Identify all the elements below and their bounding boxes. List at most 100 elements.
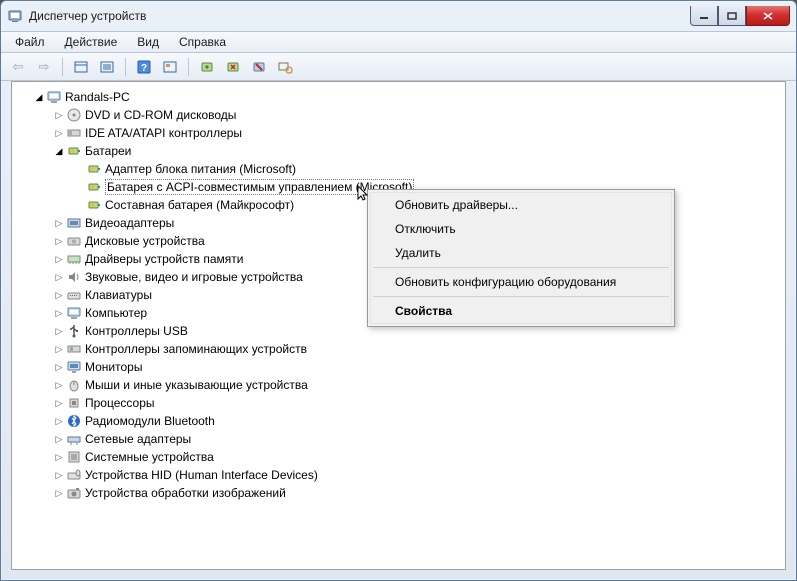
scan-icon[interactable] bbox=[159, 56, 181, 78]
menu-view[interactable]: Вид bbox=[127, 33, 169, 51]
toolbar-separator bbox=[188, 58, 189, 76]
tree-node[interactable]: ▷ Радиомодули Bluetooth bbox=[16, 412, 785, 430]
expander-icon[interactable]: ◢ bbox=[52, 146, 66, 157]
back-button[interactable]: ⇦ bbox=[7, 56, 29, 78]
help-icon[interactable]: ? bbox=[133, 56, 155, 78]
scan-hardware-icon[interactable] bbox=[274, 56, 296, 78]
show-hide-tree-icon[interactable] bbox=[70, 56, 92, 78]
ctx-separator bbox=[373, 267, 669, 268]
tree-node[interactable]: ▷ Процессоры bbox=[16, 394, 785, 412]
tree-root[interactable]: ◢ Randals-PC bbox=[16, 88, 785, 106]
expander-icon[interactable]: ◢ bbox=[32, 92, 46, 103]
node-label: Контроллеры USB bbox=[85, 324, 188, 338]
tree-node[interactable]: ▷ Мониторы bbox=[16, 358, 785, 376]
system-device-icon bbox=[66, 449, 82, 465]
battery-icon bbox=[86, 197, 102, 213]
expander-icon[interactable]: ▷ bbox=[52, 344, 66, 355]
node-label: Составная батарея (Майкрософт) bbox=[105, 198, 294, 212]
node-label: Радиомодули Bluetooth bbox=[85, 414, 215, 428]
network-icon bbox=[66, 431, 82, 447]
imaging-icon bbox=[66, 485, 82, 501]
tree-node[interactable]: ▷ Устройства HID (Human Interface Device… bbox=[16, 466, 785, 484]
toolbar-separator bbox=[62, 58, 63, 76]
battery-icon bbox=[66, 143, 82, 159]
menu-bar: Файл Действие Вид Справка bbox=[1, 31, 796, 53]
node-label: Контроллеры запоминающих устройств bbox=[85, 342, 307, 356]
menu-help[interactable]: Справка bbox=[169, 33, 236, 51]
battery-icon bbox=[86, 179, 102, 195]
dvd-icon bbox=[66, 107, 82, 123]
tree-node-batteries[interactable]: ◢ Батареи bbox=[16, 142, 785, 160]
expander-icon[interactable]: ▷ bbox=[52, 362, 66, 373]
node-label: Мониторы bbox=[85, 360, 142, 374]
node-label: Системные устройства bbox=[85, 450, 214, 464]
close-button[interactable] bbox=[746, 6, 790, 26]
ctx-disable[interactable]: Отключить bbox=[371, 217, 671, 241]
monitor-icon bbox=[66, 359, 82, 375]
node-label: Мыши и иные указывающие устройства bbox=[85, 378, 308, 392]
ctx-separator bbox=[373, 296, 669, 297]
forward-button[interactable]: ⇨ bbox=[33, 56, 55, 78]
bluetooth-icon bbox=[66, 413, 82, 429]
expander-icon[interactable]: ▷ bbox=[52, 272, 66, 283]
node-label: DVD и CD-ROM дисководы bbox=[85, 108, 236, 122]
expander-icon[interactable]: ▷ bbox=[52, 254, 66, 265]
title-bar[interactable]: Диспетчер устройств bbox=[1, 1, 796, 31]
expander-icon[interactable]: ▷ bbox=[52, 326, 66, 337]
cpu-icon bbox=[66, 395, 82, 411]
expander-icon[interactable]: ▷ bbox=[52, 416, 66, 427]
ctx-remove[interactable]: Удалить bbox=[371, 241, 671, 265]
node-label: Драйверы устройств памяти bbox=[85, 252, 243, 266]
uninstall-icon[interactable] bbox=[222, 56, 244, 78]
tree-node[interactable]: ▷ DVD и CD-ROM дисководы bbox=[16, 106, 785, 124]
maximize-button[interactable] bbox=[718, 6, 746, 26]
tree-leaf[interactable]: Адаптер блока питания (Microsoft) bbox=[16, 160, 785, 178]
expander-icon[interactable]: ▷ bbox=[52, 128, 66, 139]
storage-controller-icon bbox=[66, 341, 82, 357]
node-label: IDE ATA/ATAPI контроллеры bbox=[85, 126, 242, 140]
properties-icon[interactable] bbox=[96, 56, 118, 78]
minimize-button[interactable] bbox=[690, 6, 718, 26]
expander-icon[interactable]: ▷ bbox=[52, 452, 66, 463]
hid-icon bbox=[66, 467, 82, 483]
expander-icon[interactable]: ▷ bbox=[52, 398, 66, 409]
tree-node[interactable]: ▷ Контроллеры запоминающих устройств bbox=[16, 340, 785, 358]
update-driver-icon[interactable] bbox=[196, 56, 218, 78]
menu-file[interactable]: Файл bbox=[5, 33, 55, 51]
menu-action[interactable]: Действие bbox=[55, 33, 128, 51]
expander-icon[interactable]: ▷ bbox=[52, 236, 66, 247]
ctx-properties[interactable]: Свойства bbox=[371, 299, 671, 323]
expander-icon[interactable]: ▷ bbox=[52, 434, 66, 445]
node-label: Устройства обработки изображений bbox=[85, 486, 286, 500]
node-label: Дисковые устройства bbox=[85, 234, 205, 248]
node-label: Батареи bbox=[85, 144, 131, 158]
mouse-icon bbox=[66, 377, 82, 393]
node-label: Видеоадаптеры bbox=[85, 216, 174, 230]
node-label: Процессоры bbox=[85, 396, 155, 410]
toolbar: ⇦ ⇨ ? bbox=[1, 53, 796, 81]
expander-icon[interactable]: ▷ bbox=[52, 110, 66, 121]
node-label: Сетевые адаптеры bbox=[85, 432, 191, 446]
keyboard-icon bbox=[66, 287, 82, 303]
tree-node[interactable]: ▷ IDE ATA/ATAPI контроллеры bbox=[16, 124, 785, 142]
node-label: Звуковые, видео и игровые устройства bbox=[85, 270, 303, 284]
expander-icon[interactable]: ▷ bbox=[52, 488, 66, 499]
ctx-update-driver[interactable]: Обновить драйверы... bbox=[371, 193, 671, 217]
expander-icon[interactable]: ▷ bbox=[52, 380, 66, 391]
ide-icon bbox=[66, 125, 82, 141]
expander-icon[interactable]: ▷ bbox=[52, 290, 66, 301]
display-adapter-icon bbox=[66, 215, 82, 231]
expander-icon[interactable]: ▷ bbox=[52, 218, 66, 229]
window-title: Диспетчер устройств bbox=[29, 9, 146, 23]
tree-node[interactable]: ▷ Мыши и иные указывающие устройства bbox=[16, 376, 785, 394]
memory-icon bbox=[66, 251, 82, 267]
expander-icon[interactable]: ▷ bbox=[52, 308, 66, 319]
tree-node[interactable]: ▷ Сетевые адаптеры bbox=[16, 430, 785, 448]
tree-node[interactable]: ▷ Устройства обработки изображений bbox=[16, 484, 785, 502]
battery-icon bbox=[86, 161, 102, 177]
tree-node[interactable]: ▷ Системные устройства bbox=[16, 448, 785, 466]
ctx-scan[interactable]: Обновить конфигурацию оборудования bbox=[371, 270, 671, 294]
disable-icon[interactable] bbox=[248, 56, 270, 78]
node-label: Компьютер bbox=[85, 306, 147, 320]
expander-icon[interactable]: ▷ bbox=[52, 470, 66, 481]
